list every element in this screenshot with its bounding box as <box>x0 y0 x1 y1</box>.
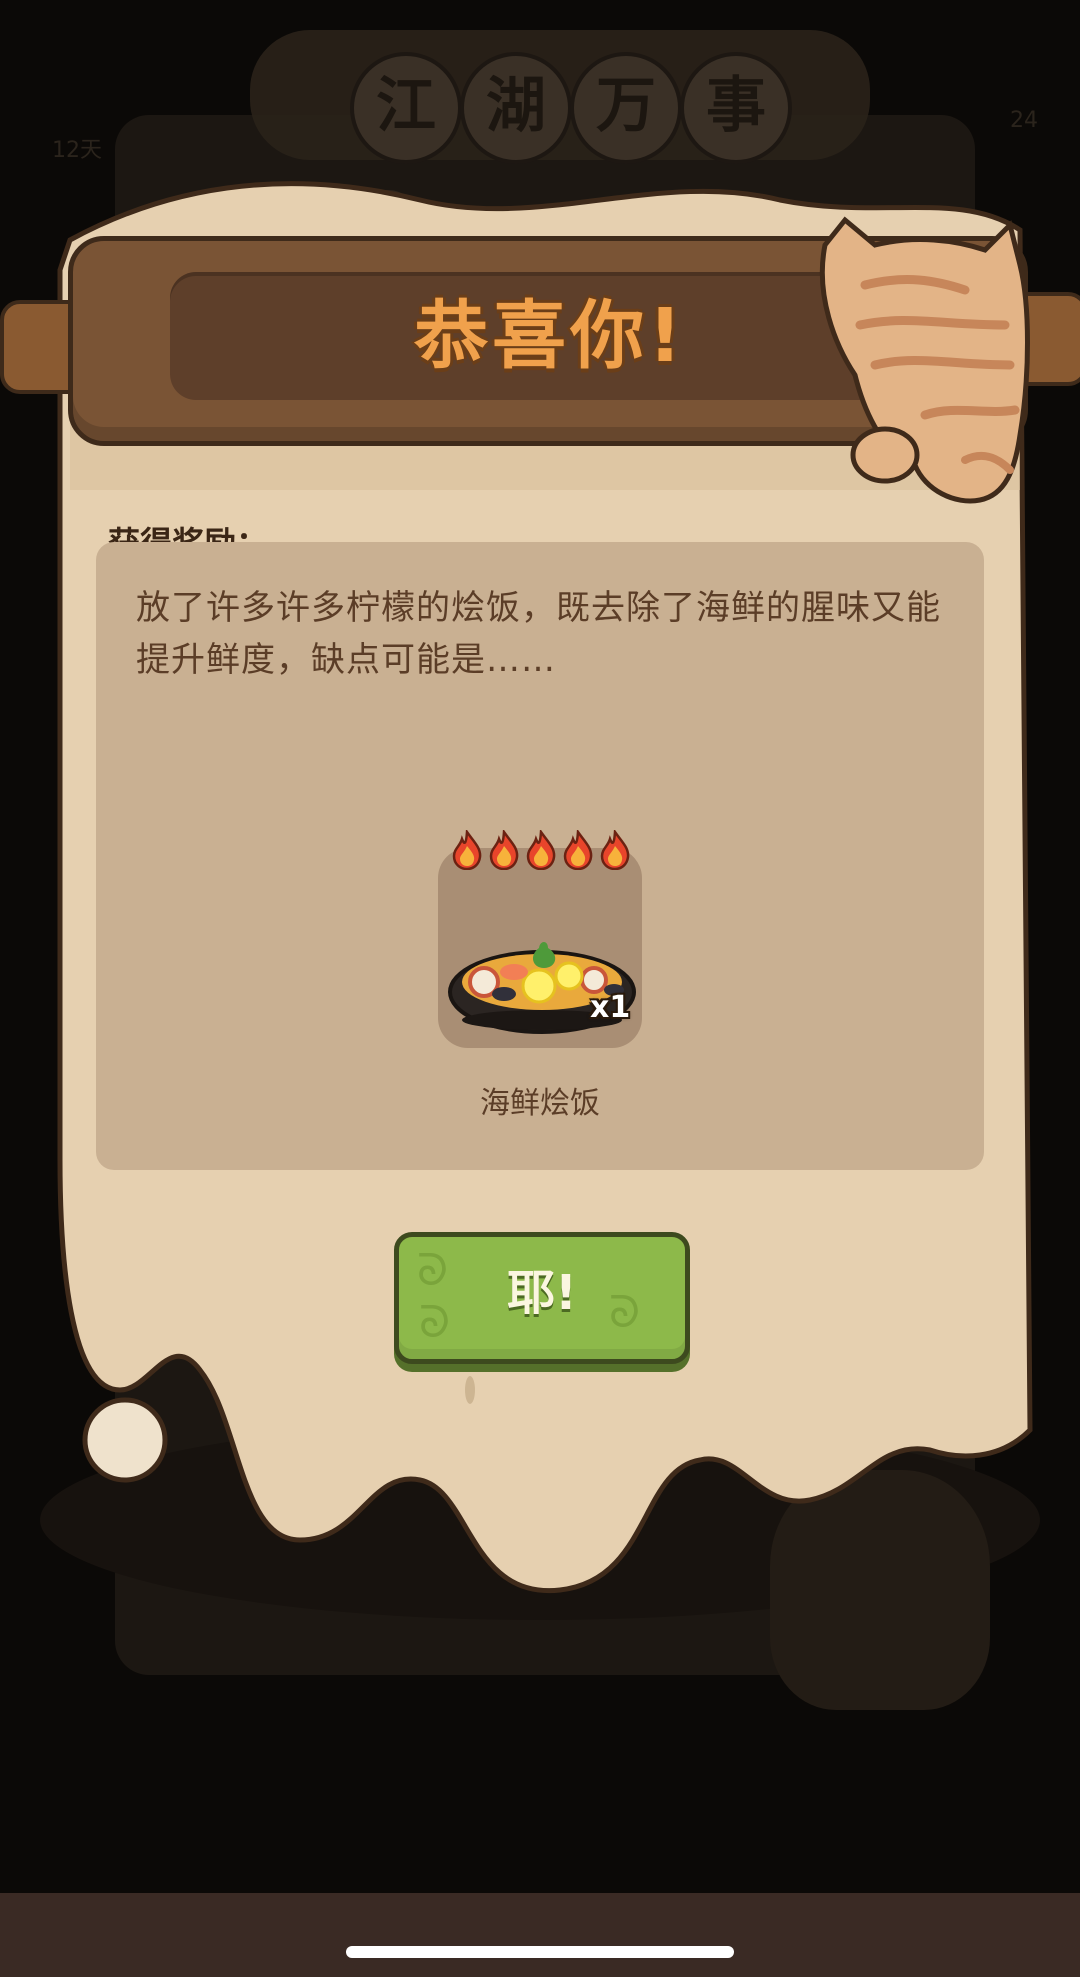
banner-char: 万 <box>570 52 682 164</box>
rating-flames <box>450 830 632 870</box>
flame-icon <box>452 830 482 870</box>
reward-description: 放了许多许多柠檬的烩饭，既去除了海鲜的腥味又能提升鲜度，缺点可能是…… <box>136 588 941 680</box>
banner-char: 江 <box>350 52 462 164</box>
flame-icon <box>489 830 519 870</box>
banner-char: 事 <box>680 52 792 164</box>
banner-char: 湖 <box>460 52 572 164</box>
flame-icon <box>600 830 630 870</box>
home-indicator[interactable] <box>346 1946 734 1958</box>
tabby-cat-icon <box>819 216 1030 504</box>
confirm-button[interactable]: ᘐ ᘐ ᘐ 耶! <box>394 1232 690 1364</box>
confirm-button-label: 耶! <box>507 1265 577 1321</box>
bottom-bar <box>0 1893 1080 1977</box>
flame-icon <box>563 830 593 870</box>
item-name: 海鲜烩饭 <box>480 1086 600 1121</box>
flame-icon <box>526 830 556 870</box>
item-quantity: x1 <box>590 990 631 1025</box>
background-corner-text: 24 <box>1010 108 1038 133</box>
